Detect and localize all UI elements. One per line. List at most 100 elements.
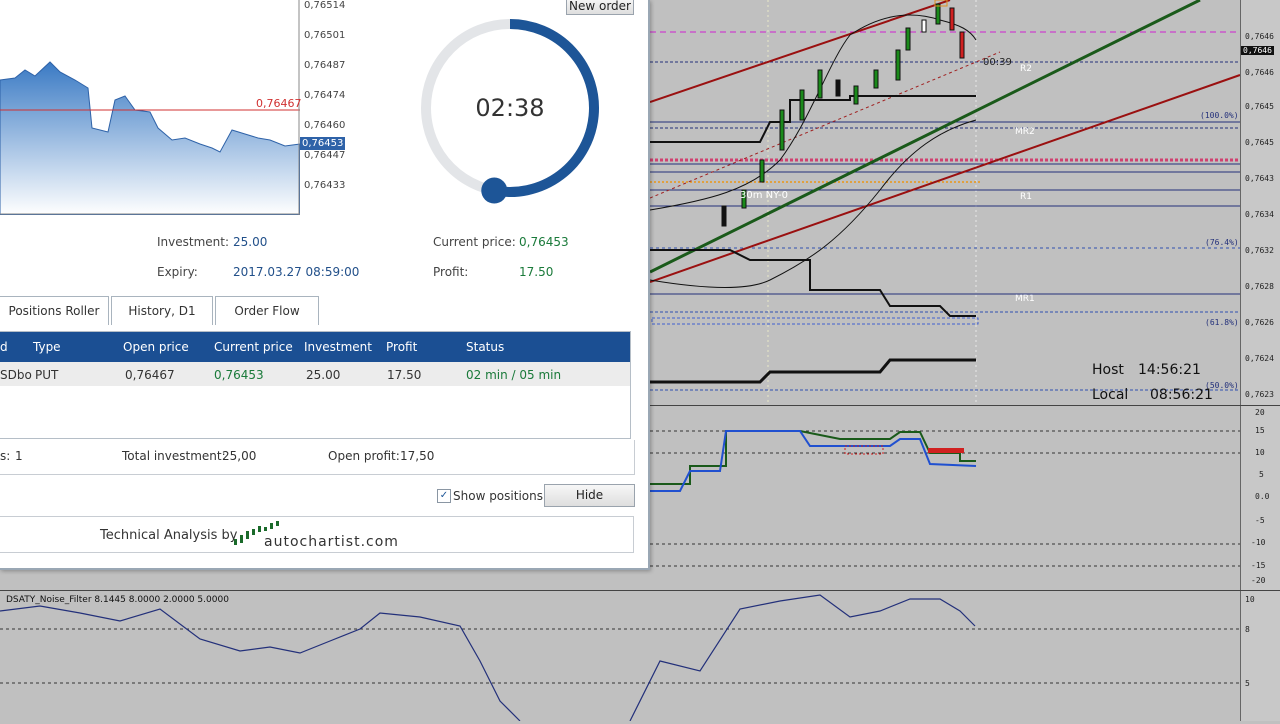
tab-positions-roller[interactable]: Positions Roller <box>0 296 109 325</box>
expiry-label: Expiry: <box>157 265 198 279</box>
col-open-price[interactable]: Open price <box>123 332 189 362</box>
osc-tick: 0.0 <box>1255 492 1270 501</box>
cell-symbol: SDbo <box>0 368 32 382</box>
summary-bar: s: 1 Total investment: 25,00 Open profit… <box>0 440 635 475</box>
main-price-chart[interactable]: 00:39 R2 MR2 R1 MR1 30m NY-0 (100.0%) (7… <box>649 0 1280 405</box>
osc-tick: 10 <box>1255 448 1265 457</box>
positions-count-value: 1 <box>15 449 23 463</box>
binary-option-dialog: New order 0,76467 0,76453 0,76514 0,7650… <box>0 0 650 570</box>
cell-investment: 25.00 <box>306 368 341 382</box>
osc-tick: -15 <box>1251 561 1266 570</box>
oscillator-canvas <box>650 430 1240 567</box>
mini-chart-axis: 0,76514 0,76501 0,76487 0,76474 0,76460 … <box>304 0 354 215</box>
noise-filter-chart[interactable]: DSATY_Noise_Filter 8.1445 8.0000 2.0000 … <box>0 590 1280 722</box>
autochartist-footer[interactable]: Technical Analysis by autochartist.com <box>0 516 634 553</box>
cell-open-price: 0,76467 <box>125 368 175 382</box>
main-chart-canvas: 00:39 <box>649 0 1241 405</box>
autochartist-brand: autochartist.com <box>264 534 399 550</box>
price-axis: 0,7646 0,7646 0,7646 0,7645 0,7645 0,764… <box>1240 0 1280 405</box>
price-tick: 0,7623 <box>1245 390 1274 399</box>
expiry-value: 2017.03.27 08:59:00 <box>233 265 360 279</box>
col-status[interactable]: Status <box>466 332 504 362</box>
osc-tick: 20 <box>1255 408 1265 417</box>
osc-tick: 15 <box>1255 426 1265 435</box>
osc-tick: 5 <box>1259 470 1264 479</box>
cell-profit: 17.50 <box>387 368 422 382</box>
mini-tick: 0,76487 <box>304 60 346 71</box>
current-price-value: 0,76453 <box>519 235 569 249</box>
tab-history-d1[interactable]: History, D1 <box>111 296 213 325</box>
profit-value: 17.50 <box>519 265 554 279</box>
profit-label: Profit: <box>433 265 469 279</box>
price-tick: 0,7624 <box>1245 354 1274 363</box>
investment-label: Investment: <box>157 235 230 249</box>
bar-countdown-tag: 00:39 <box>983 57 1012 68</box>
total-investment-label: Total investment: <box>122 449 226 463</box>
price-tick: 0,7643 <box>1245 174 1274 183</box>
col-current-price[interactable]: Current price <box>214 332 293 362</box>
table-header: d Type Open price Current price Investme… <box>0 332 630 362</box>
indicator-label: DSATY_Noise_Filter 8.1445 8.0000 2.0000 … <box>6 595 229 605</box>
pivot-label-mr2: MR2 <box>1015 127 1035 137</box>
nf-tick: 8 <box>1245 625 1250 634</box>
countdown-timer: 02:38 <box>475 94 545 122</box>
pivot-label-r2: R2 <box>1020 64 1032 74</box>
mini-tick: 0,76433 <box>304 180 346 191</box>
price-tick: 0,7632 <box>1245 246 1274 255</box>
mini-tick: 0,76474 <box>304 90 346 101</box>
price-tick: 0,7626 <box>1245 318 1274 327</box>
show-positions-label[interactable]: Show positions <box>453 489 543 503</box>
price-tick: 0,7646 <box>1245 32 1274 41</box>
current-price-box: 0,7646 <box>1241 46 1274 55</box>
nf-tick: 5 <box>1245 679 1250 688</box>
fib-label-76: (76.4%) <box>1205 238 1239 247</box>
osc-tick: -10 <box>1251 538 1266 547</box>
hide-button[interactable]: Hide <box>544 484 635 507</box>
noise-filter-canvas <box>0 594 1240 722</box>
positions-count-label: s: <box>0 449 11 463</box>
osc-tick: -20 <box>1251 576 1266 585</box>
investment-value: 25.00 <box>233 235 268 249</box>
fib-label-61: (61.8%) <box>1205 318 1239 327</box>
current-price-label: Current price: <box>433 235 516 249</box>
oscillator-chart[interactable]: 20 15 10 5 0.0 -5 -10 -15 -20 <box>650 405 1280 591</box>
price-tick: 0,7645 <box>1245 138 1274 147</box>
oscillator-axis: 20 15 10 5 0.0 -5 -10 -15 -20 <box>1240 406 1280 591</box>
new-order-button[interactable]: New order <box>566 0 634 15</box>
cell-current-price: 0,76453 <box>214 368 264 382</box>
technical-analysis-label: Technical Analysis by <box>100 528 238 543</box>
nf-tick: 10 <box>1245 595 1255 604</box>
col-symbol[interactable]: d <box>0 332 8 362</box>
mini-tick: 0,76447 <box>304 150 346 161</box>
tab-order-flow[interactable]: Order Flow <box>215 296 319 325</box>
open-profit-value: 17,50 <box>400 449 435 463</box>
table-row[interactable]: SDbo PUT 0,76467 0,76453 25.00 17.50 02 … <box>0 362 630 386</box>
positions-table: d Type Open price Current price Investme… <box>0 331 631 439</box>
mini-tick: 0,76501 <box>304 30 346 41</box>
host-label: Host <box>1092 362 1124 378</box>
noise-filter-axis: 10 8 5 <box>1240 591 1280 721</box>
total-investment-value: 25,00 <box>222 449 257 463</box>
pivot-label-r1: R1 <box>1020 192 1032 202</box>
local-label: Local <box>1092 387 1129 403</box>
cell-status: 02 min / 05 min <box>466 368 562 382</box>
mini-price-chart <box>0 0 300 215</box>
fib-label-100: (100.0%) <box>1200 111 1239 120</box>
mini-tick: 0,76514 <box>304 0 346 11</box>
col-type[interactable]: Type <box>33 332 61 362</box>
open-profit-label: Open profit: <box>328 449 400 463</box>
price-tick: 0,7645 <box>1245 102 1274 111</box>
osc-tick: -5 <box>1255 516 1265 525</box>
price-tick: 0,7646 <box>1245 68 1274 77</box>
session-label: 30m NY-0 <box>740 190 789 201</box>
col-profit[interactable]: Profit <box>386 332 417 362</box>
show-positions-checkbox[interactable]: ✓ <box>437 489 451 503</box>
price-tick: 0,7628 <box>1245 282 1274 291</box>
open-price-tag: 0,76467 <box>256 97 302 110</box>
cell-type: PUT <box>35 368 59 382</box>
price-tick: 0,7634 <box>1245 210 1274 219</box>
mini-tick: 0,76460 <box>304 120 346 131</box>
pivot-label-mr1: MR1 <box>1015 294 1035 304</box>
col-investment[interactable]: Investment <box>304 332 372 362</box>
host-time: 14:56:21 <box>1138 362 1201 378</box>
